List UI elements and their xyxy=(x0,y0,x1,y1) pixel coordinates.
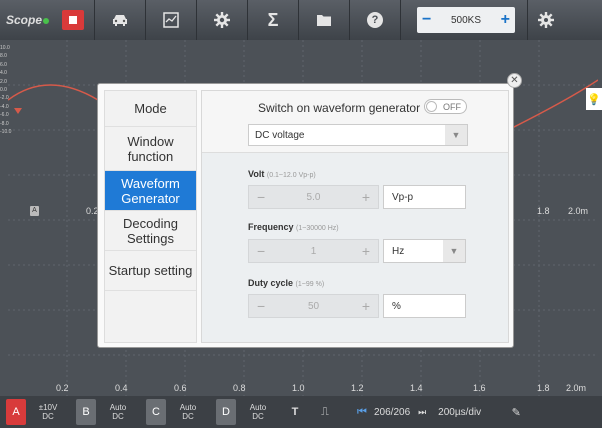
channel-a-marker[interactable]: A xyxy=(30,206,39,216)
channel-c-range[interactable]: Auto DC xyxy=(166,403,210,421)
menu-item-decoding-settings[interactable]: Decoding Settings xyxy=(105,211,196,251)
x-tick-label: 0.2 xyxy=(56,383,69,393)
x-tick-label: 2.0m xyxy=(568,206,589,216)
menu-item-startup-setting[interactable]: Startup setting xyxy=(105,251,196,291)
pen-icon[interactable]: ✎ xyxy=(501,406,531,419)
settings-gear-icon[interactable] xyxy=(197,0,247,40)
trigger-lamp-icon[interactable]: 💡 xyxy=(586,88,602,110)
x-tick-label: 0.4 xyxy=(115,383,128,393)
channel-d-badge[interactable]: D xyxy=(216,399,236,425)
x-tick-label: 1.8 xyxy=(537,383,550,393)
waveform-generator-panel: Switch on waveform generator OFF DC volt… xyxy=(201,90,509,343)
volt-unit-field[interactable]: Vp-p xyxy=(383,185,466,209)
top-toolbar: Scope Σ ? − 500KS + xyxy=(0,0,602,40)
x-tick-label: 0.8 xyxy=(233,383,246,393)
last-page-icon[interactable]: ⏭ xyxy=(410,407,434,418)
frequency-increase-button[interactable]: + xyxy=(362,243,370,259)
folder-icon[interactable] xyxy=(299,0,349,40)
duty-value: 50 xyxy=(307,300,320,312)
trigger-t-icon[interactable]: T xyxy=(280,406,310,418)
waveform-trace xyxy=(8,84,99,101)
display-settings-gear-icon[interactable] xyxy=(528,0,564,40)
channel-a[interactable]: A ±10V DC xyxy=(0,396,70,428)
stop-button[interactable] xyxy=(52,0,94,40)
frequency-label: Frequency (1~30000 Hz) xyxy=(248,222,339,232)
frequency-stepper[interactable]: − 1 + xyxy=(248,239,379,263)
switch-label: Switch on waveform generator xyxy=(258,101,421,115)
channel-b[interactable]: B Auto DC xyxy=(70,396,140,428)
x-tick-label: 1.6 xyxy=(473,383,486,393)
dropdown-arrow-icon: ▼ xyxy=(443,240,465,262)
volt-decrease-button[interactable]: − xyxy=(257,189,265,205)
x-tick-label: 1.8 xyxy=(537,206,550,216)
channel-d[interactable]: D Auto DC xyxy=(210,396,280,428)
channel-b-range[interactable]: Auto DC xyxy=(96,403,140,421)
duty-cycle-label: Duty cycle (1~99 %) xyxy=(248,278,325,288)
duty-cycle-stepper[interactable]: − 50 + xyxy=(248,294,379,318)
menu-item-window-function[interactable]: Window function xyxy=(105,127,196,171)
trigger-edge-icon[interactable]: ⎍ xyxy=(310,406,340,419)
close-icon[interactable]: ✕ xyxy=(507,73,522,88)
rate-decrease-button[interactable]: − xyxy=(422,12,431,28)
menu-item-waveform-generator[interactable]: Waveform Generator xyxy=(105,171,196,211)
volt-increase-button[interactable]: + xyxy=(362,189,370,205)
generator-toggle[interactable]: OFF xyxy=(424,99,467,114)
volt-stepper[interactable]: − 5.0 + xyxy=(248,185,379,209)
rate-increase-button[interactable]: + xyxy=(501,12,510,28)
sample-rate-value: 500KS xyxy=(450,14,482,26)
frequency-value: 1 xyxy=(310,245,317,257)
page-counter: 206/206 xyxy=(374,406,411,418)
waveform-type-select[interactable]: DC voltage ▼ xyxy=(248,124,468,146)
vehicle-icon[interactable] xyxy=(95,0,145,40)
duty-decrease-button[interactable]: − xyxy=(257,298,265,314)
channel-a-range[interactable]: ±10V DC xyxy=(26,403,70,421)
frequency-unit-select[interactable]: Hz ▼ xyxy=(383,239,466,263)
x-tick-label: 0.6 xyxy=(174,383,187,393)
channel-c[interactable]: C Auto DC xyxy=(140,396,210,428)
help-icon[interactable]: ? xyxy=(350,0,400,40)
channel-d-range[interactable]: Auto DC xyxy=(236,403,280,421)
channel-b-badge[interactable]: B xyxy=(76,399,96,425)
volt-label: Volt (0.1~12.0 Vp-p) xyxy=(248,169,316,179)
sigma-math-icon[interactable]: Σ xyxy=(248,0,298,40)
first-page-icon[interactable]: ⏮ xyxy=(354,406,370,419)
channel-c-badge[interactable]: C xyxy=(146,399,166,425)
menu-item-mode[interactable]: Mode xyxy=(105,91,196,127)
x-tick-label: 2.0m xyxy=(566,383,587,393)
timebase-value[interactable]: 200µs/div xyxy=(438,407,481,418)
dropdown-arrow-icon: ▼ xyxy=(445,125,467,145)
measure-chart-icon[interactable] xyxy=(146,0,196,40)
settings-dialog: Mode Window function Waveform Generator … xyxy=(97,83,514,348)
settings-menu: Mode Window function Waveform Generator … xyxy=(104,90,197,343)
sample-rate-control[interactable]: − 500KS + xyxy=(417,7,515,33)
channel-a-badge[interactable]: A xyxy=(6,399,26,425)
duty-increase-button[interactable]: + xyxy=(362,298,370,314)
x-tick-label: 1.2 xyxy=(351,383,364,393)
x-tick-label: 1.0 xyxy=(292,383,305,393)
frequency-decrease-button[interactable]: − xyxy=(257,243,265,259)
bottom-status-bar: A ±10V DC B Auto DC C Auto DC D Auto DC T ⎍ … xyxy=(0,396,602,428)
scope-logo: Scope xyxy=(0,13,52,27)
x-tick-label: 1.4 xyxy=(410,383,423,393)
volt-value: 5.0 xyxy=(306,191,321,203)
y-axis-labels: 10.0 8.0 6.0 4.0 2.0 0.0 -2.0 -4.0 -6.0 -8.0 … xyxy=(0,45,12,136)
duty-unit-field[interactable]: % xyxy=(383,294,466,318)
